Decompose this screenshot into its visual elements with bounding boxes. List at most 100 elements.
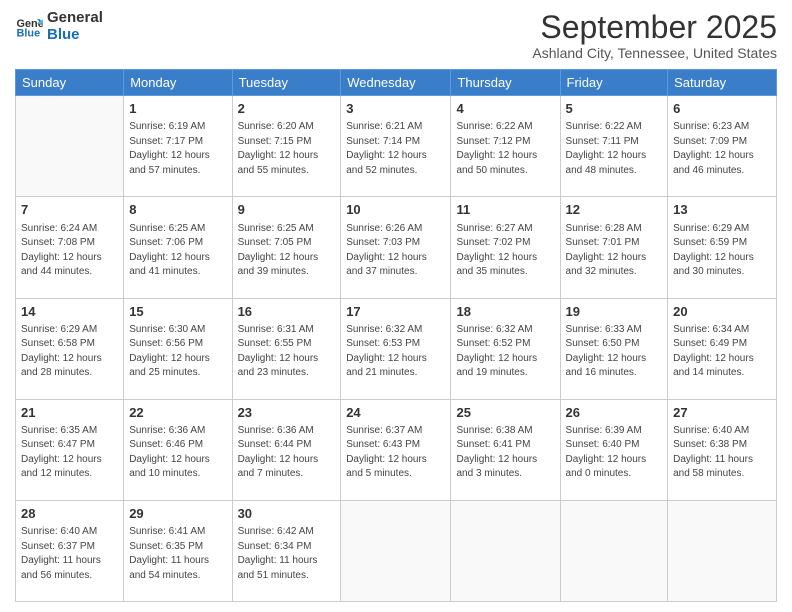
- day-number: 23: [238, 404, 336, 422]
- day-number: 13: [673, 201, 771, 219]
- logo-general: General: [47, 10, 103, 27]
- calendar-cell: 3 Sunrise: 6:21 AM Sunset: 7:14 PM Daylig…: [341, 96, 451, 197]
- day-number: 8: [129, 201, 226, 219]
- calendar-cell: 18 Sunrise: 6:32 AM Sunset: 6:52 PM Dayli…: [451, 298, 560, 399]
- day-info: Sunrise: 6:36 AM Sunset: 6:44 PM Dayligh…: [238, 424, 336, 482]
- day-number: 1: [129, 100, 226, 118]
- logo-icon: General Blue: [15, 13, 43, 41]
- day-info: Sunrise: 6:25 AM Sunset: 7:06 PM Dayligh…: [129, 222, 226, 280]
- day-info: Sunrise: 6:41 AM Sunset: 6:35 PM Dayligh…: [129, 525, 226, 583]
- day-info: Sunrise: 6:29 AM Sunset: 6:59 PM Dayligh…: [673, 222, 771, 280]
- day-info: Sunrise: 6:22 AM Sunset: 7:12 PM Dayligh…: [456, 120, 554, 178]
- calendar-cell: [560, 500, 668, 601]
- day-number: 24: [346, 404, 445, 422]
- day-number: 19: [566, 303, 663, 321]
- day-info: Sunrise: 6:32 AM Sunset: 6:53 PM Dayligh…: [346, 323, 445, 381]
- calendar-cell: 27Sunrise: 6:40 AM Sunset: 6:38 PM Dayli…: [668, 399, 777, 500]
- calendar-cell: 30 Sunrise: 6:42 AM Sunset: 6:34 PM Dayli…: [232, 500, 341, 601]
- calendar-cell: 13 Sunrise: 6:29 AM Sunset: 6:59 PM Dayli…: [668, 197, 777, 298]
- day-number: 16: [238, 303, 336, 321]
- calendar-cell: 14 Sunrise: 6:29 AM Sunset: 6:58 PM Dayli…: [16, 298, 124, 399]
- calendar-week-row: 21 Sunrise: 6:35 AM Sunset: 6:47 PM Dayli…: [16, 399, 777, 500]
- day-info: Sunrise: 6:33 AM Sunset: 6:50 PM Dayligh…: [566, 323, 663, 381]
- calendar-cell: 24 Sunrise: 6:37 AM Sunset: 6:43 PM Dayli…: [341, 399, 451, 500]
- day-info: Sunrise: 6:35 AM Sunset: 6:47 PM Dayligh…: [21, 424, 118, 482]
- day-number: 20: [673, 303, 771, 321]
- day-number: 11: [456, 201, 554, 219]
- logo: General Blue General Blue: [15, 10, 103, 43]
- weekday-header-friday: Friday: [560, 70, 668, 96]
- day-info: Sunrise: 6:24 AM Sunset: 7:08 PM Dayligh…: [21, 222, 118, 280]
- calendar-week-row: 28Sunrise: 6:40 AM Sunset: 6:37 PM Dayli…: [16, 500, 777, 601]
- day-info: Sunrise: 6:31 AM Sunset: 6:55 PM Dayligh…: [238, 323, 336, 381]
- calendar-cell: 11 Sunrise: 6:27 AM Sunset: 7:02 PM Dayli…: [451, 197, 560, 298]
- day-number: 21: [21, 404, 118, 422]
- day-info: Sunrise: 6:30 AM Sunset: 6:56 PM Dayligh…: [129, 323, 226, 381]
- calendar-cell: 21 Sunrise: 6:35 AM Sunset: 6:47 PM Dayli…: [16, 399, 124, 500]
- calendar-header-row: SundayMondayTuesdayWednesdayThursdayFrid…: [16, 70, 777, 96]
- day-info: Sunrise: 6:27 AM Sunset: 7:02 PM Dayligh…: [456, 222, 554, 280]
- day-number: 29: [129, 505, 226, 523]
- calendar-cell: 1 Sunrise: 6:19 AM Sunset: 7:17 PM Daylig…: [124, 96, 232, 197]
- day-number: 30: [238, 505, 336, 523]
- calendar-cell: 7Sunrise: 6:24 AM Sunset: 7:08 PM Daylig…: [16, 197, 124, 298]
- day-info: Sunrise: 6:37 AM Sunset: 6:43 PM Dayligh…: [346, 424, 445, 482]
- day-number: 4: [456, 100, 554, 118]
- day-number: 3: [346, 100, 445, 118]
- day-number: 18: [456, 303, 554, 321]
- day-number: 17: [346, 303, 445, 321]
- month-title: September 2025: [532, 10, 777, 45]
- calendar-table: SundayMondayTuesdayWednesdayThursdayFrid…: [15, 69, 777, 602]
- day-info: Sunrise: 6:21 AM Sunset: 7:14 PM Dayligh…: [346, 120, 445, 178]
- day-number: 14: [21, 303, 118, 321]
- day-number: 27: [673, 404, 771, 422]
- weekday-header-sunday: Sunday: [16, 70, 124, 96]
- weekday-header-monday: Monday: [124, 70, 232, 96]
- day-info: Sunrise: 6:39 AM Sunset: 6:40 PM Dayligh…: [566, 424, 663, 482]
- calendar-cell: 23 Sunrise: 6:36 AM Sunset: 6:44 PM Dayli…: [232, 399, 341, 500]
- calendar-cell: 5 Sunrise: 6:22 AM Sunset: 7:11 PM Daylig…: [560, 96, 668, 197]
- day-info: Sunrise: 6:20 AM Sunset: 7:15 PM Dayligh…: [238, 120, 336, 178]
- day-info: Sunrise: 6:26 AM Sunset: 7:03 PM Dayligh…: [346, 222, 445, 280]
- day-info: Sunrise: 6:25 AM Sunset: 7:05 PM Dayligh…: [238, 222, 336, 280]
- calendar-cell: 22 Sunrise: 6:36 AM Sunset: 6:46 PM Dayli…: [124, 399, 232, 500]
- calendar-cell: [668, 500, 777, 601]
- weekday-header-thursday: Thursday: [451, 70, 560, 96]
- calendar-cell: 20 Sunrise: 6:34 AM Sunset: 6:49 PM Dayli…: [668, 298, 777, 399]
- day-number: 10: [346, 201, 445, 219]
- day-info: Sunrise: 6:22 AM Sunset: 7:11 PM Dayligh…: [566, 120, 663, 178]
- calendar-cell: 29 Sunrise: 6:41 AM Sunset: 6:35 PM Dayli…: [124, 500, 232, 601]
- day-number: 22: [129, 404, 226, 422]
- calendar-cell: 26Sunrise: 6:39 AM Sunset: 6:40 PM Dayli…: [560, 399, 668, 500]
- page-container: General Blue General Blue September 2025…: [0, 0, 792, 612]
- calendar-cell: 12 Sunrise: 6:28 AM Sunset: 7:01 PM Dayli…: [560, 197, 668, 298]
- weekday-header-wednesday: Wednesday: [341, 70, 451, 96]
- day-info: Sunrise: 6:36 AM Sunset: 6:46 PM Dayligh…: [129, 424, 226, 482]
- day-number: 5: [566, 100, 663, 118]
- calendar-cell: 28Sunrise: 6:40 AM Sunset: 6:37 PM Dayli…: [16, 500, 124, 601]
- weekday-header-tuesday: Tuesday: [232, 70, 341, 96]
- day-info: Sunrise: 6:28 AM Sunset: 7:01 PM Dayligh…: [566, 222, 663, 280]
- calendar-week-row: 1 Sunrise: 6:19 AM Sunset: 7:17 PM Daylig…: [16, 96, 777, 197]
- day-info: Sunrise: 6:42 AM Sunset: 6:34 PM Dayligh…: [238, 525, 336, 583]
- calendar-cell: 8 Sunrise: 6:25 AM Sunset: 7:06 PM Daylig…: [124, 197, 232, 298]
- weekday-header-saturday: Saturday: [668, 70, 777, 96]
- calendar-cell: 15Sunrise: 6:30 AM Sunset: 6:56 PM Dayli…: [124, 298, 232, 399]
- calendar-cell: [16, 96, 124, 197]
- svg-text:Blue: Blue: [17, 27, 41, 39]
- day-info: Sunrise: 6:29 AM Sunset: 6:58 PM Dayligh…: [21, 323, 118, 381]
- calendar-week-row: 14 Sunrise: 6:29 AM Sunset: 6:58 PM Dayli…: [16, 298, 777, 399]
- day-info: Sunrise: 6:34 AM Sunset: 6:49 PM Dayligh…: [673, 323, 771, 381]
- calendar-cell: 9 Sunrise: 6:25 AM Sunset: 7:05 PM Daylig…: [232, 197, 341, 298]
- day-number: 6: [673, 100, 771, 118]
- day-number: 12: [566, 201, 663, 219]
- day-info: Sunrise: 6:19 AM Sunset: 7:17 PM Dayligh…: [129, 120, 226, 178]
- day-info: Sunrise: 6:32 AM Sunset: 6:52 PM Dayligh…: [456, 323, 554, 381]
- day-number: 9: [238, 201, 336, 219]
- logo-blue: Blue: [47, 27, 103, 44]
- title-block: September 2025 Ashland City, Tennessee, …: [532, 10, 777, 61]
- calendar-cell: 17 Sunrise: 6:32 AM Sunset: 6:53 PM Dayli…: [341, 298, 451, 399]
- calendar-cell: [451, 500, 560, 601]
- page-header: General Blue General Blue September 2025…: [15, 10, 777, 61]
- day-info: Sunrise: 6:38 AM Sunset: 6:41 PM Dayligh…: [456, 424, 554, 482]
